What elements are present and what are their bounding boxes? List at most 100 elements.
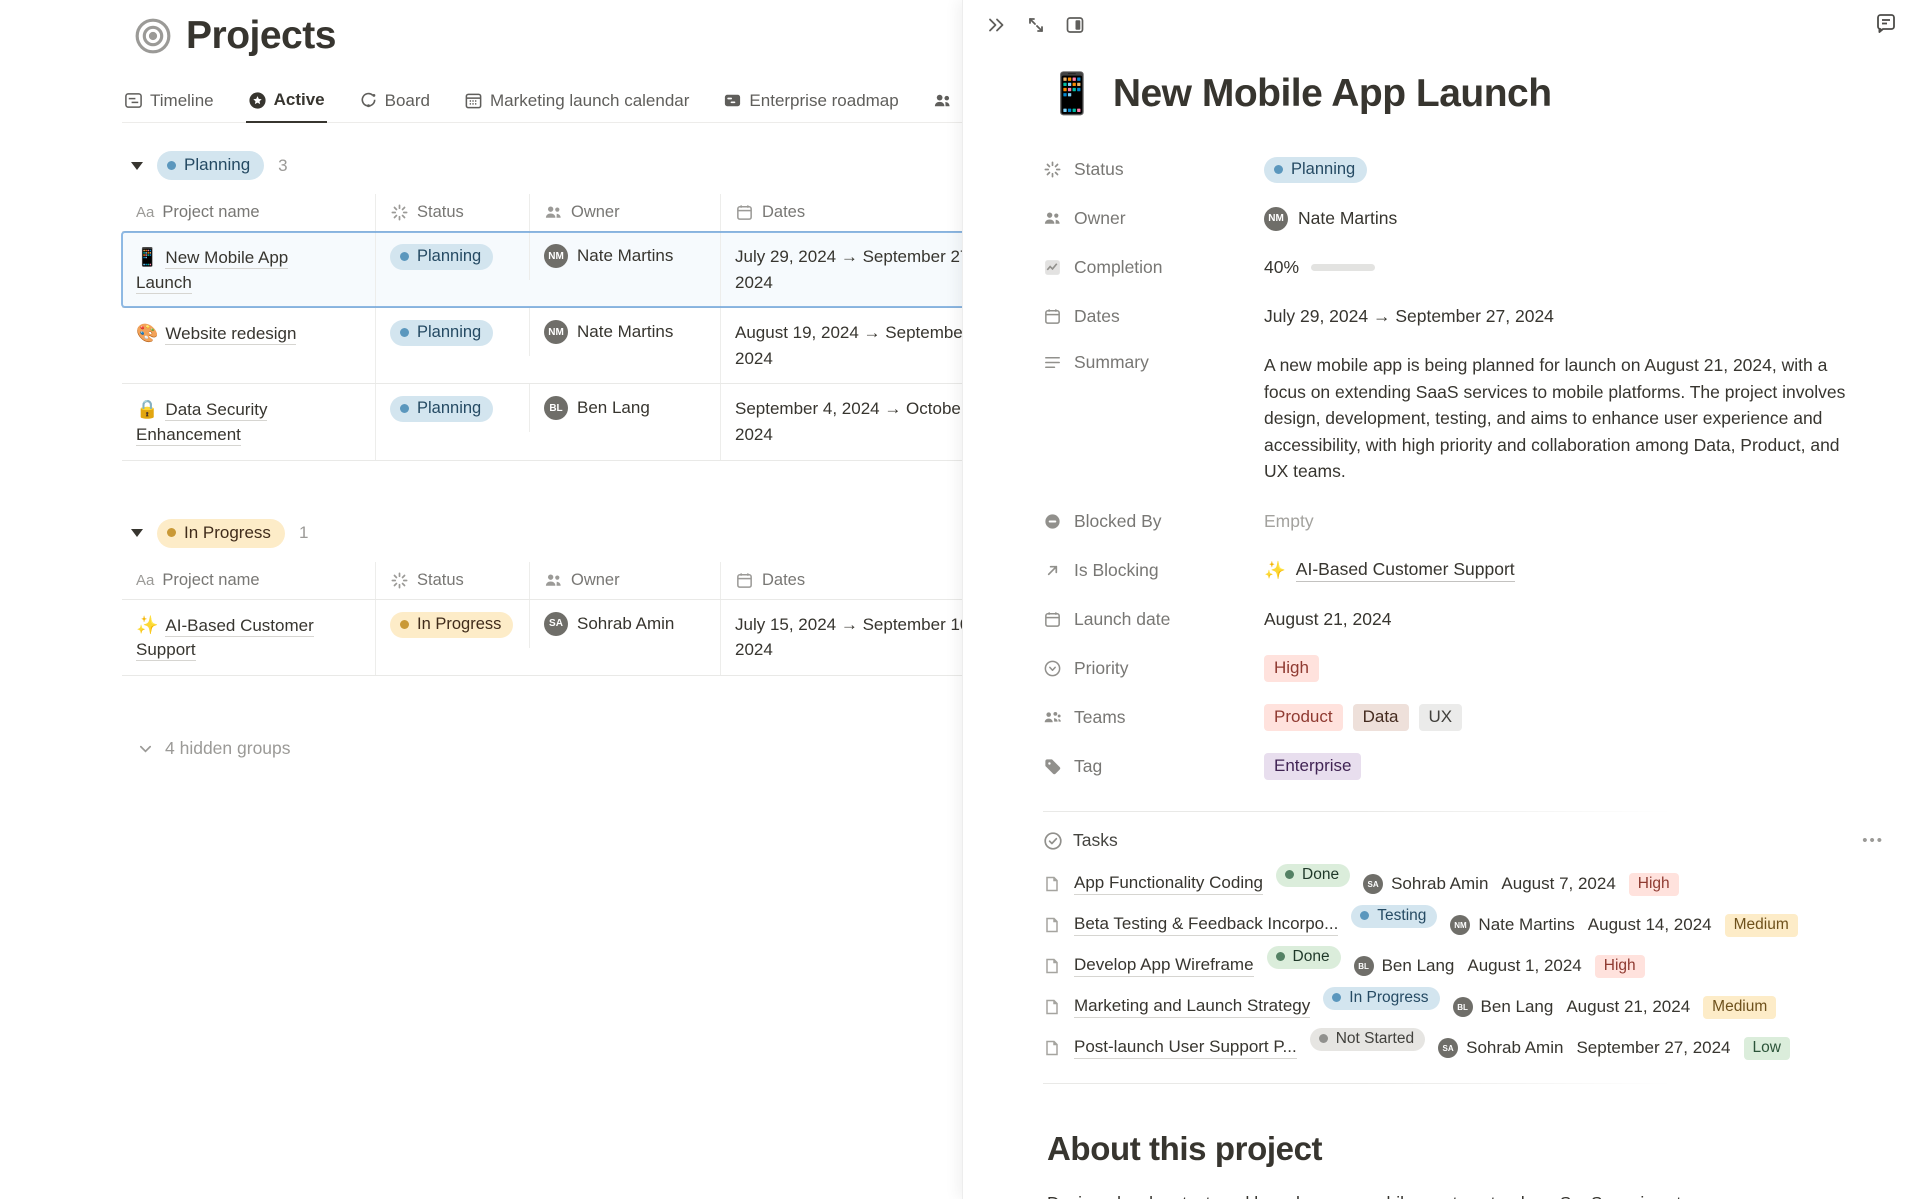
task-row[interactable]: Develop App Wireframe Done BL Ben Lang A… — [1043, 946, 1920, 987]
group-header-planning[interactable]: Planning 3 — [131, 151, 963, 180]
avatar: SA — [1438, 1038, 1458, 1058]
text-property-icon: Aa — [136, 204, 154, 221]
dates-cell[interactable]: July 15, 2024 → September 10, 2024 — [720, 600, 963, 675]
tasks-title[interactable]: Tasks — [1073, 830, 1118, 851]
progress-bar — [1311, 264, 1375, 271]
status-cell[interactable]: Planning — [375, 232, 529, 307]
project-name-cell[interactable]: 🎨 Website redesign — [122, 308, 375, 383]
task-priority-tag: High — [1595, 955, 1645, 978]
task-row[interactable]: Post-launch User Support P... Not Starte… — [1043, 1028, 1920, 1069]
avatar: BL — [544, 396, 568, 420]
project-name-cell[interactable]: 📱New Mobile App Launch — [122, 232, 375, 307]
tab-board[interactable]: Board — [357, 85, 432, 122]
project-name-cell[interactable]: ✨AI-Based Customer Support — [122, 600, 375, 675]
blocked-icon — [1043, 512, 1062, 531]
task-row[interactable]: App Functionality Coding Done SA Sohrab … — [1043, 864, 1920, 905]
person-property-icon — [1043, 209, 1062, 228]
close-peek-icon[interactable] — [986, 14, 1008, 36]
group-header-in-progress[interactable]: In Progress 1 — [131, 519, 963, 548]
column-header-dates[interactable]: Dates — [720, 562, 963, 599]
tab-label: Marketing launch calendar — [490, 91, 689, 111]
column-header-project-name[interactable]: Aa Project name — [122, 562, 375, 599]
group-pill-in-progress: In Progress — [157, 519, 285, 548]
task-row[interactable]: Marketing and Launch Strategy In Progres… — [1043, 987, 1920, 1028]
priority-tag: High — [1264, 655, 1319, 682]
project-name-cell[interactable]: 🔒Data Security Enhancement — [122, 384, 375, 459]
comments-icon[interactable] — [1874, 12, 1898, 36]
column-header-status[interactable]: Status — [375, 562, 529, 599]
expand-page-icon[interactable] — [1025, 14, 1047, 36]
task-row[interactable]: Beta Testing & Feedback Incorpo... Testi… — [1043, 905, 1920, 946]
avatar: BL — [1453, 997, 1473, 1017]
tab-partial[interactable] — [931, 85, 954, 121]
property-label: Summary — [1074, 352, 1149, 373]
team-tag: Data — [1353, 704, 1409, 731]
property-label: Blocked By — [1074, 511, 1162, 532]
task-name[interactable]: Develop App Wireframe — [1074, 955, 1254, 977]
panel-page-title[interactable]: New Mobile App Launch — [1113, 72, 1552, 116]
tab-enterprise-roadmap[interactable]: Enterprise roadmap — [721, 85, 900, 122]
property-row-status[interactable]: Status Planning — [1043, 145, 1920, 194]
relation-link[interactable]: AI-Based Customer Support — [1296, 559, 1515, 582]
owner-name: Nate Martins — [577, 322, 673, 342]
property-row-completion[interactable]: Completion 40% — [1043, 243, 1920, 292]
collapse-triangle-icon[interactable] — [131, 529, 143, 537]
status-property-icon — [1043, 160, 1062, 179]
task-name[interactable]: App Functionality Coding — [1074, 873, 1263, 895]
property-row-dates[interactable]: Dates July 29, 2024 → September 27, 2024 — [1043, 292, 1920, 341]
side-peek-icon[interactable] — [1064, 14, 1086, 36]
tab-marketing-launch-calendar[interactable]: Marketing launch calendar — [462, 85, 691, 122]
hidden-groups-toggle[interactable]: 4 hidden groups — [138, 738, 963, 759]
project-name[interactable]: Website redesign — [165, 324, 296, 345]
property-row-is-blocking[interactable]: Is Blocking ✨ AI-Based Customer Support — [1043, 546, 1920, 595]
task-priority-tag: High — [1629, 873, 1679, 896]
more-options-icon[interactable]: ••• — [1862, 832, 1884, 849]
project-name[interactable]: AI-Based Customer Support — [136, 616, 314, 662]
column-header-dates[interactable]: Dates — [720, 194, 963, 231]
status-cell[interactable]: Planning — [375, 384, 529, 459]
column-header-status[interactable]: Status — [375, 194, 529, 231]
task-priority-tag: Low — [1744, 1037, 1790, 1060]
task-name[interactable]: Post-launch User Support P... — [1074, 1037, 1297, 1059]
property-row-tag[interactable]: Tag Enterprise — [1043, 742, 1920, 791]
owner-cell[interactable]: BL Ben Lang — [529, 384, 720, 432]
owner-cell[interactable]: NM Nate Martins — [529, 232, 720, 280]
tab-active[interactable]: Active — [246, 84, 327, 123]
task-name[interactable]: Beta Testing & Feedback Incorpo... — [1074, 914, 1338, 936]
table-row[interactable]: 🎨 Website redesign Planning NM Nate Marti… — [122, 308, 963, 384]
dates-cell[interactable]: September 4, 2024 → October 4, 2024 — [720, 384, 963, 459]
column-header-owner[interactable]: Owner — [529, 194, 720, 231]
property-row-teams[interactable]: Teams Product Data UX — [1043, 693, 1920, 742]
property-row-launch-date[interactable]: Launch date August 21, 2024 — [1043, 595, 1920, 644]
property-row-summary[interactable]: Summary A new mobile app is being planne… — [1043, 341, 1920, 485]
panel-toolbar — [963, 0, 1920, 52]
owner-cell[interactable]: NM Nate Martins — [529, 308, 720, 356]
arrow-up-right-icon — [1043, 561, 1062, 580]
palette-icon: 🎨 — [136, 323, 158, 343]
task-date: September 27, 2024 — [1576, 1038, 1730, 1058]
task-name[interactable]: Marketing and Launch Strategy — [1074, 996, 1310, 1018]
dates-cell[interactable]: July 29, 2024 → September 27, 2024 — [720, 232, 963, 307]
status-cell[interactable]: In Progress — [375, 600, 529, 675]
property-row-blocked-by[interactable]: Blocked By Empty — [1043, 497, 1920, 546]
dates-cell[interactable]: August 19, 2024 → September 6, 2024 — [720, 308, 963, 383]
table-row[interactable]: 🔒Data Security Enhancement Planning BL B… — [122, 384, 963, 460]
collapse-triangle-icon[interactable] — [131, 162, 143, 170]
task-priority-tag: Medium — [1703, 996, 1776, 1019]
group-count: 3 — [278, 156, 287, 176]
tab-timeline[interactable]: Timeline — [122, 85, 216, 122]
project-name[interactable]: New Mobile App Launch — [136, 248, 288, 294]
property-label: Launch date — [1074, 609, 1170, 630]
property-row-priority[interactable]: Priority High — [1043, 644, 1920, 693]
status-cell[interactable]: Planning — [375, 308, 529, 383]
table-row[interactable]: ✨AI-Based Customer Support In Progress S… — [122, 600, 963, 676]
property-row-owner[interactable]: Owner NM Nate Martins — [1043, 194, 1920, 243]
status-dot — [167, 528, 176, 537]
person-property-icon — [544, 571, 563, 590]
table-row[interactable]: 📱New Mobile App Launch Planning NM Nate … — [122, 232, 963, 308]
projects-table-planning: Aa Project name Status Owne — [122, 194, 963, 461]
column-header-project-name[interactable]: Aa Project name — [122, 194, 375, 231]
column-header-owner[interactable]: Owner — [529, 562, 720, 599]
task-owner: Ben Lang — [1481, 997, 1554, 1017]
owner-cell[interactable]: SA Sohrab Amin — [529, 600, 720, 648]
